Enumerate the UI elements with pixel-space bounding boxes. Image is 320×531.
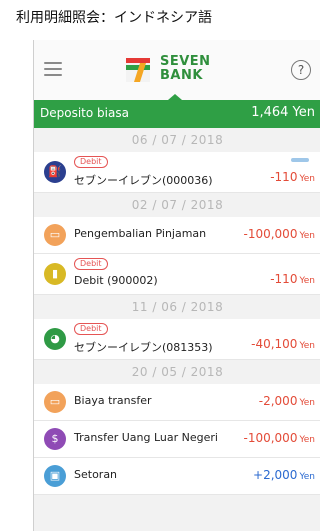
debit-badge: Debit [74, 323, 108, 335]
amount-value: -2,000 [258, 394, 298, 408]
account-name: Deposito biasa [40, 106, 129, 120]
amount-value: -100,000 [243, 431, 298, 445]
date-header: 20 / 05 / 2018 [34, 360, 320, 384]
transaction-icon: ▭ [44, 224, 66, 246]
transaction-amount: +2,000 Yen [253, 468, 315, 482]
transaction-icon: $ [44, 428, 66, 450]
amount-value: -110 [270, 272, 298, 286]
amount-unit: Yen [299, 398, 315, 408]
card-mark-icon [291, 158, 309, 162]
transaction-row[interactable]: ⛽ Debit セブンーイレブン(000036) -110 Yen [34, 152, 320, 193]
transaction-icon: ▣ [44, 465, 66, 487]
transaction-title: Debit (900002) [74, 274, 158, 287]
account-balance: 1,464 Yen [251, 105, 315, 120]
account-summary[interactable]: Deposito biasa 1,464 Yen [34, 94, 320, 128]
top-bar: SEVEN BANK ? [34, 40, 320, 100]
amount-unit: Yen [299, 174, 315, 184]
transaction-title: Biaya transfer [74, 394, 152, 407]
transaction-row[interactable]: ▭ Biaya transfer -2,000 Yen [34, 384, 320, 421]
transaction-amount: -40,100 Yen [251, 337, 315, 351]
transaction-row[interactable]: ▣ Setoran +2,000 Yen [34, 458, 320, 495]
brand-line-2: BANK [160, 68, 203, 83]
page-caption: 利用明細照会：インドネシア語 [16, 10, 212, 26]
transaction-amount: -110 Yen [270, 170, 315, 184]
transaction-icon: ◕ [44, 328, 66, 350]
amount-unit: Yen [299, 472, 315, 482]
transaction-title: Pengembalian Pinjaman [74, 227, 207, 240]
date-header: 02 / 07 / 2018 [34, 193, 320, 217]
seven-bank-logo: SEVEN BANK [126, 52, 238, 86]
menu-icon[interactable] [44, 62, 62, 76]
date-header: 06 / 07 / 2018 [34, 128, 320, 152]
transaction-amount: -2,000 Yen [259, 394, 315, 408]
amount-value: -100,000 [243, 227, 298, 241]
help-icon[interactable]: ? [291, 60, 311, 80]
amount-value: -110 [270, 170, 298, 184]
transaction-list: 06 / 07 / 2018 ⛽ Debit セブンーイレブン(000036) … [34, 128, 320, 495]
amount-unit: Yen [299, 435, 315, 445]
transaction-amount: -100,000 Yen [244, 227, 316, 241]
amount-value: +2,000 [253, 468, 298, 482]
seven-bank-mark-icon [126, 58, 150, 82]
debit-badge: Debit [74, 258, 108, 270]
transaction-row[interactable]: ▭ Pengembalian Pinjaman -100,000 Yen [34, 217, 320, 254]
amount-unit: Yen [299, 276, 315, 286]
transaction-icon: ▮ [44, 263, 66, 285]
transaction-icon: ▭ [44, 391, 66, 413]
brand-line-1: SEVEN [160, 54, 211, 69]
transaction-row[interactable]: ▮ Debit Debit (900002) -110 Yen [34, 254, 320, 295]
transaction-title: Setoran [74, 468, 118, 481]
amount-unit: Yen [299, 341, 315, 351]
transaction-title: Transfer Uang Luar Negeri [74, 431, 218, 444]
debit-badge: Debit [74, 156, 108, 168]
amount-unit: Yen [299, 231, 315, 241]
transaction-row[interactable]: ◕ Debit セブンーイレブン(081353) -40,100 Yen [34, 319, 320, 360]
amount-value: -40,100 [251, 337, 298, 351]
transaction-amount: -110 Yen [270, 272, 315, 286]
account-notch [168, 94, 182, 100]
transaction-icon: ⛽ [44, 161, 66, 183]
transaction-title: セブンーイレブン(000036) [74, 174, 213, 187]
date-header: 11 / 06 / 2018 [34, 295, 320, 319]
transaction-row[interactable]: $ Transfer Uang Luar Negeri -100,000 Yen [34, 421, 320, 458]
transaction-title: セブンーイレブン(081353) [74, 341, 213, 354]
phone-screen: SEVEN BANK ? Deposito biasa 1,464 Yen 06… [33, 40, 320, 531]
transaction-amount: -100,000 Yen [244, 431, 316, 445]
